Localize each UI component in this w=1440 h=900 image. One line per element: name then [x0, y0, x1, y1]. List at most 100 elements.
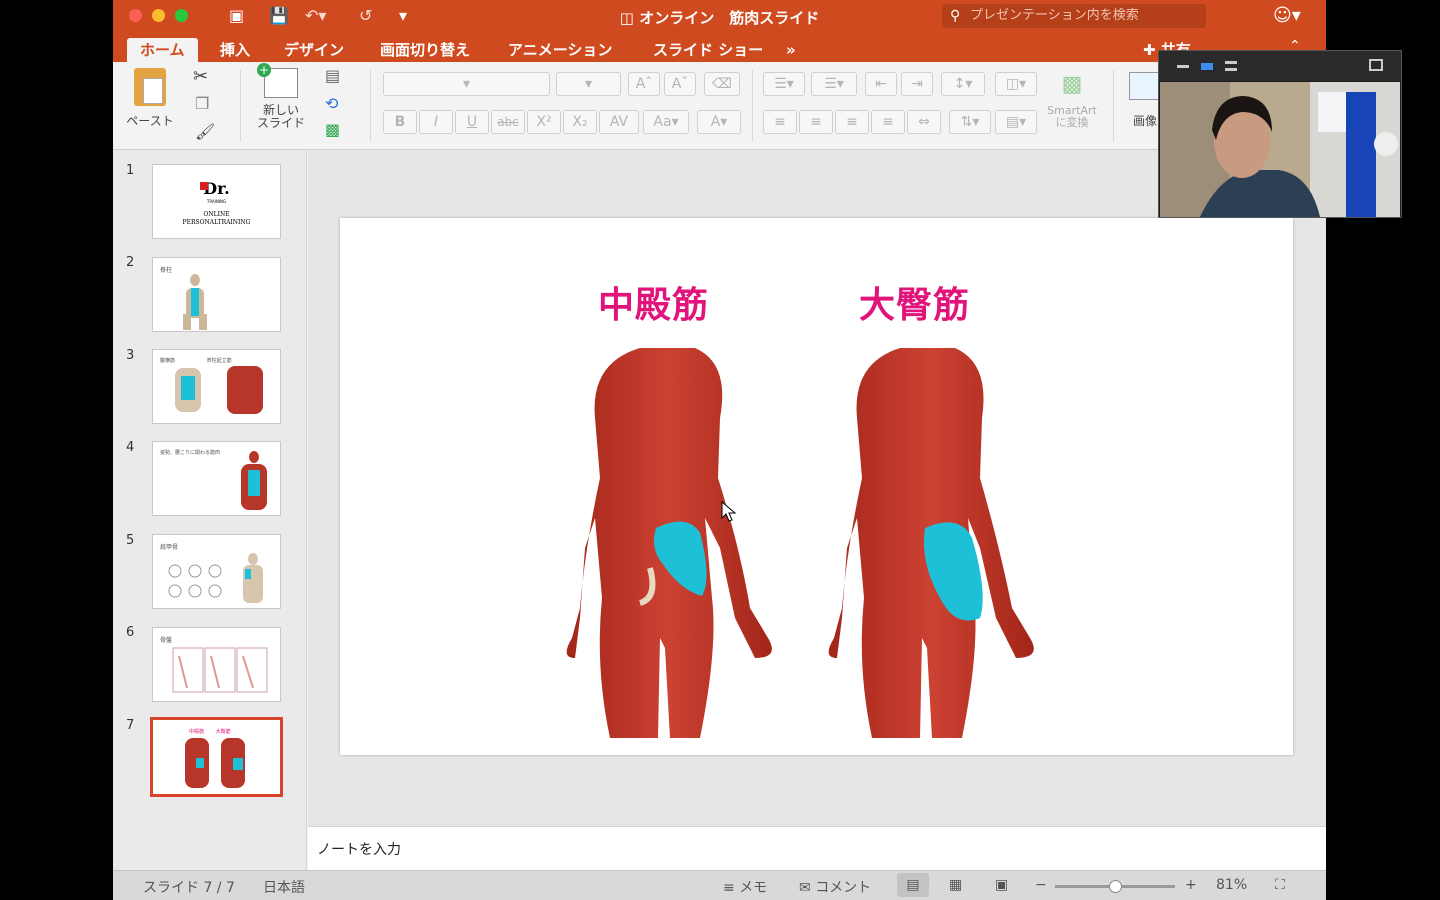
tab-animations[interactable]: アニメーション [508, 38, 612, 62]
powerpoint-file-icon: ◫ [619, 9, 640, 27]
numbering-icon[interactable]: ☰▾ [811, 72, 857, 96]
muscle-illustration-icon [241, 451, 267, 510]
title-bar: ▣ 💾 ↶▾ ↺ ▾ ◫ オンライン 筋肉スライド ⚲ プレゼンテーション内を検… [113, 0, 1326, 34]
distribute-icon[interactable]: ⇔ [907, 110, 941, 134]
decrease-indent-icon[interactable]: ⇤ [865, 72, 897, 96]
notes-pane[interactable]: ノートを入力 [308, 826, 1326, 870]
tab-more-chevron[interactable]: » [786, 38, 796, 62]
justify-icon[interactable]: ≡ [871, 110, 905, 134]
zoom-level[interactable]: 81% [1216, 877, 1247, 893]
tab-transitions[interactable]: 画面切り替え [380, 38, 470, 62]
increase-indent-icon[interactable]: ⇥ [901, 72, 933, 96]
slide-thumbnail-5[interactable]: 肩甲骨 [152, 534, 281, 609]
slide-thumbnail-4[interactable]: 姿勢、腰こりに関わる筋肉 [152, 441, 281, 516]
slide-thumbnail-1[interactable]: Dr. TRAINING ONLINE PERSONALTRAINING [152, 164, 281, 239]
status-bar: スライド 7 / 7 日本語 ≡ メモ ✉ コメント ▤ ▦ ▣ − + 81%… [113, 870, 1326, 900]
search-input[interactable]: ⚲ プレゼンテーション内を検索 [942, 4, 1206, 28]
decrease-font-icon[interactable]: Aˇ [664, 72, 696, 96]
align-left-icon[interactable]: ≡ [763, 110, 797, 134]
layout-icon[interactable]: ▤ [325, 66, 340, 85]
muscle-illustration-icon [175, 366, 263, 414]
notes-placeholder: ノートを入力 [317, 842, 401, 858]
tab-home[interactable]: ホーム [127, 38, 198, 62]
skeleton-illustration-icon [183, 274, 207, 330]
bullets-icon[interactable]: ☰▾ [763, 72, 805, 96]
search-icon: ⚲ [950, 8, 961, 24]
slide-counter: スライド 7 / 7 [143, 880, 235, 896]
tab-design[interactable]: デザイン [284, 38, 344, 62]
section-icon[interactable]: ▩ [325, 120, 340, 139]
video-call-window[interactable] [1158, 50, 1402, 218]
slide-number: 3 [126, 348, 135, 363]
slide-number: 4 [126, 440, 135, 455]
zoom-in-icon[interactable]: + [1185, 877, 1197, 893]
exit-fullscreen-icon[interactable] [1369, 59, 1383, 71]
slide-thumbnail-7[interactable]: 中殿筋 大臀筋 [150, 717, 283, 797]
reset-icon[interactable]: ⟲ [325, 94, 338, 113]
new-slide-button[interactable]: + 新しい スライド [251, 63, 311, 130]
change-case-icon[interactable]: Aa▾ [643, 110, 689, 134]
slide-thumbnail-6[interactable]: 骨盤 [152, 627, 281, 702]
text-direction-icon[interactable]: ⇅▾ [949, 110, 991, 134]
zoom-slider-thumb[interactable] [1109, 880, 1122, 893]
muscle-anatomy-illustration[interactable] [340, 218, 1293, 755]
superscript-button[interactable]: X² [527, 110, 561, 134]
video-toolbar [1159, 51, 1401, 81]
fit-to-window-icon[interactable]: ⛶ [1275, 877, 1285, 893]
slide-sorter-icon[interactable]: ▦ [949, 877, 962, 893]
bold-button[interactable]: B [383, 110, 417, 134]
back-figure-right [828, 348, 1034, 738]
columns-icon[interactable]: ◫▾ [995, 72, 1037, 96]
logo-cross-icon [200, 182, 208, 190]
normal-view-icon[interactable]: ▤ [897, 873, 929, 897]
memo-button[interactable]: ≡ メモ [723, 877, 767, 897]
font-size-select[interactable]: ▾ [556, 72, 621, 96]
comment-button[interactable]: ✉ コメント [799, 877, 871, 897]
smartart-icon: ▩ [1061, 72, 1083, 97]
slide-number: 5 [126, 533, 135, 548]
slide-thumbnail-2[interactable]: 脊柱 [152, 257, 281, 332]
slide-number: 6 [126, 625, 135, 640]
align-text-icon[interactable]: ▤▾ [995, 110, 1037, 134]
align-center-icon[interactable]: ≡ [799, 110, 833, 134]
pelvis-illustration-icon [172, 647, 268, 693]
strikethrough-button[interactable]: abc [491, 110, 525, 134]
font-family-select[interactable]: ▾ [383, 72, 550, 96]
underline-button[interactable]: U [455, 110, 489, 134]
zoom-slider[interactable] [1055, 880, 1175, 893]
align-right-icon[interactable]: ≡ [835, 110, 869, 134]
slide-editor: 中殿筋 大臀筋 [308, 150, 1326, 826]
copy-icon[interactable]: ❐ [195, 94, 209, 113]
convert-smartart-button[interactable]: ▩ SmartArt に変換 [1041, 72, 1103, 129]
italic-button[interactable]: I [419, 110, 453, 134]
new-slide-icon: + [257, 63, 298, 98]
clipboard-icon [134, 68, 166, 106]
gluteus-illustration-icon [185, 738, 245, 788]
language-indicator[interactable]: 日本語 [263, 877, 305, 897]
gallery-view-icon[interactable] [1225, 61, 1237, 71]
zoom-out-icon[interactable]: − [1035, 877, 1047, 893]
slide-number: 1 [126, 163, 135, 178]
cut-icon[interactable]: ✂ [193, 66, 208, 87]
picture-icon [1129, 72, 1161, 100]
char-spacing-icon[interactable]: AV [599, 110, 639, 134]
clear-format-icon[interactable]: ⌫ [704, 72, 740, 96]
tab-slideshow[interactable]: スライド ショー [653, 38, 763, 62]
minimize-video-icon[interactable] [1177, 65, 1189, 68]
increase-font-icon[interactable]: Aˆ [628, 72, 660, 96]
ribbon-home: ペースト ✂ ❐ 🖌 + 新しい スライド ▤ ⟲ ▩ ▾ ▾ Aˆ Aˇ ⌫ … [113, 62, 1326, 150]
back-figure-left [566, 348, 772, 738]
format-painter-icon[interactable]: 🖌 [195, 122, 215, 141]
current-slide[interactable]: 中殿筋 大臀筋 [340, 218, 1293, 755]
powerpoint-window: ▣ 💾 ↶▾ ↺ ▾ ◫ オンライン 筋肉スライド ⚲ プレゼンテーション内を検… [113, 0, 1326, 900]
line-spacing-icon[interactable]: ↕▾ [941, 72, 985, 96]
tab-insert[interactable]: 挿入 [220, 38, 250, 62]
font-color-icon[interactable]: A▾ [697, 110, 741, 134]
speaker-view-icon[interactable] [1201, 63, 1213, 70]
paste-button[interactable]: ペースト [125, 68, 175, 129]
slideshow-icon[interactable]: ▣ [995, 877, 1008, 893]
slide-thumbnail-3[interactable]: 腹横筋 脊柱起立筋 [152, 349, 281, 424]
subscript-button[interactable]: X₂ [563, 110, 597, 134]
scapula-illustration-icon [168, 553, 263, 603]
feedback-smiley-icon[interactable]: ☺▾ [1273, 5, 1301, 26]
